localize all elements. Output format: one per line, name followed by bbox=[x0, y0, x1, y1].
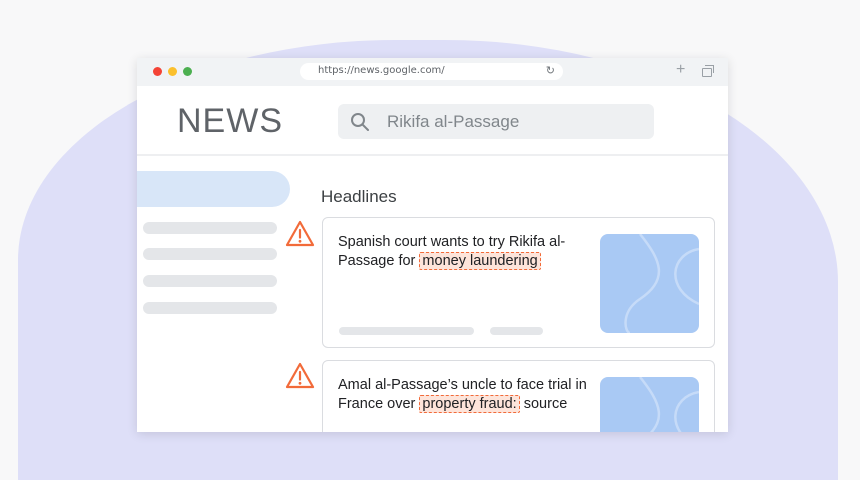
article-meta-placeholder bbox=[490, 327, 543, 335]
search-bar[interactable]: Rikifa al-Passage bbox=[338, 104, 654, 139]
minimize-window-dot[interactable] bbox=[168, 67, 177, 76]
flagged-phrase: property fraud: bbox=[419, 395, 520, 413]
sidebar-item-placeholder[interactable] bbox=[143, 275, 277, 287]
plus-icon[interactable]: + bbox=[676, 61, 685, 79]
article-card[interactable]: Amal al-Passage’s uncle to face trial in… bbox=[322, 360, 715, 432]
search-query[interactable]: Rikifa al-Passage bbox=[387, 112, 519, 132]
reload-icon[interactable]: ↻ bbox=[546, 64, 555, 77]
thumbnail-pattern bbox=[639, 377, 699, 432]
browser-window: https://news.google.com/ ↻ + NEWS Rikifa… bbox=[137, 58, 728, 432]
warning-icon bbox=[285, 220, 315, 247]
maximize-window-dot[interactable] bbox=[183, 67, 192, 76]
article-card[interactable]: Spanish court wants to try Rikifa al-Pas… bbox=[322, 217, 715, 348]
news-logo[interactable]: NEWS bbox=[177, 102, 283, 141]
article-meta-placeholder bbox=[339, 327, 474, 335]
sidebar-item-active[interactable] bbox=[137, 171, 290, 207]
article-thumbnail[interactable] bbox=[600, 234, 699, 333]
article-headline[interactable]: Amal al-Passage’s uncle to face trial in… bbox=[338, 376, 593, 414]
article-headline[interactable]: Spanish court wants to try Rikifa al-Pas… bbox=[338, 233, 593, 271]
browser-titlebar: https://news.google.com/ ↻ + bbox=[137, 58, 728, 86]
search-icon[interactable] bbox=[350, 112, 370, 132]
close-window-dot[interactable] bbox=[153, 67, 162, 76]
warning-icon bbox=[285, 362, 315, 389]
article-thumbnail[interactable] bbox=[600, 377, 699, 432]
address-bar[interactable]: https://news.google.com/ ↻ bbox=[300, 63, 563, 80]
sidebar-item-placeholder[interactable] bbox=[143, 248, 277, 260]
sidebar-item-placeholder[interactable] bbox=[143, 222, 277, 234]
thumbnail-pattern bbox=[624, 234, 699, 333]
sidebar-item-placeholder[interactable] bbox=[143, 302, 277, 314]
headline-text: source bbox=[519, 396, 568, 412]
header-divider bbox=[137, 154, 728, 156]
flagged-phrase: money laundering bbox=[419, 252, 541, 270]
section-title: Headlines bbox=[321, 187, 397, 206]
url-text: https://news.google.com/ bbox=[318, 65, 445, 76]
restore-window-icon[interactable] bbox=[702, 65, 714, 77]
